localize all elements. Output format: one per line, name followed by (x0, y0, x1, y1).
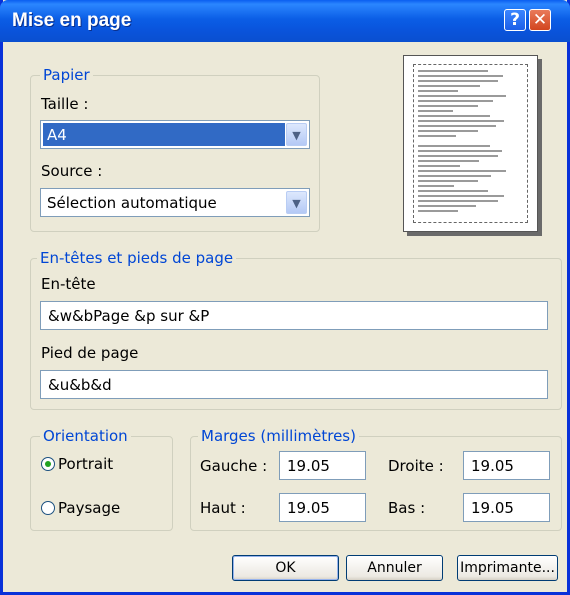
preview-text-line (418, 80, 498, 82)
preview-text-line (418, 155, 498, 157)
preview-text-line (418, 110, 453, 112)
paper-size-label: Taille : (41, 95, 89, 113)
preview-text-line (418, 115, 490, 117)
bottom-margin-label: Bas : (388, 499, 426, 517)
preview-text-line (418, 160, 479, 162)
preview-text-line (418, 195, 504, 197)
landscape-radio[interactable] (41, 501, 55, 515)
preview-text-line (418, 130, 478, 132)
paper-source-select[interactable]: Sélection automatique ▼ (40, 188, 310, 217)
header-label: En-tête (41, 275, 96, 293)
help-button[interactable]: ? (504, 9, 526, 31)
close-icon: ✕ (532, 10, 548, 30)
preview-text-line (418, 150, 502, 152)
header-field[interactable]: &w&bPage &p sur &P (40, 301, 548, 330)
ok-button[interactable]: OK (232, 555, 339, 581)
paper-legend: Papier (40, 66, 93, 84)
page-setup-dialog: Mise en page ? ✕ Papier Taille : A4 ▼ So… (0, 0, 570, 595)
title-bar[interactable]: Mise en page ? ✕ (0, 0, 570, 42)
preview-text-line (418, 70, 488, 72)
help-icon: ? (510, 10, 520, 30)
top-margin-field[interactable]: 19.05 (279, 493, 366, 522)
preview-text-line (418, 200, 498, 202)
cancel-button[interactable]: Annuler (346, 555, 443, 581)
preview-text-line (418, 185, 454, 187)
paper-source-value: Sélection automatique (47, 194, 217, 212)
top-margin-label: Haut : (200, 499, 246, 517)
preview-text-line (418, 210, 458, 212)
header-footer-legend: En-têtes et pieds de page (37, 249, 237, 267)
preview-text-line (418, 135, 456, 137)
preview-text-line (418, 180, 478, 182)
preview-text-line (418, 95, 506, 97)
left-margin-field[interactable]: 19.05 (279, 451, 366, 480)
paper-size-value: A4 (43, 123, 285, 146)
preview-text-line (418, 105, 478, 107)
preview-text-line (418, 175, 491, 177)
right-margin-field[interactable]: 19.05 (463, 451, 550, 480)
preview-text-line (418, 170, 506, 172)
paper-source-label: Source : (41, 162, 103, 180)
preview-text-line (418, 85, 480, 87)
preview-text-line (418, 190, 488, 192)
bottom-margin-field[interactable]: 19.05 (463, 493, 550, 522)
close-button[interactable]: ✕ (529, 9, 551, 31)
radio-selected-dot (45, 461, 51, 467)
margins-legend: Marges (millimètres) (198, 427, 359, 445)
orientation-legend: Orientation (40, 427, 131, 445)
chevron-down-icon[interactable]: ▼ (286, 123, 307, 146)
footer-field[interactable]: &u&b&d (40, 370, 548, 399)
page-margin-outline (413, 64, 528, 223)
portrait-label[interactable]: Portrait (58, 455, 113, 473)
preview-text-line (418, 90, 458, 92)
right-margin-label: Droite : (388, 457, 444, 475)
preview-text-line (418, 75, 503, 77)
paper-size-select[interactable]: A4 ▼ (40, 120, 310, 149)
page-preview (403, 55, 538, 232)
preview-text-line (418, 165, 460, 167)
chevron-down-icon[interactable]: ▼ (286, 191, 307, 214)
preview-text-line (418, 100, 493, 102)
window-title: Mise en page (12, 10, 132, 31)
landscape-label[interactable]: Paysage (58, 499, 120, 517)
portrait-radio[interactable] (41, 457, 55, 471)
left-margin-label: Gauche : (200, 457, 268, 475)
preview-text-line (418, 125, 496, 127)
preview-text-line (418, 145, 490, 147)
footer-label: Pied de page (41, 344, 139, 362)
printer-button[interactable]: Imprimante... (457, 555, 558, 581)
preview-text-line (418, 205, 476, 207)
preview-text-line (418, 120, 504, 122)
